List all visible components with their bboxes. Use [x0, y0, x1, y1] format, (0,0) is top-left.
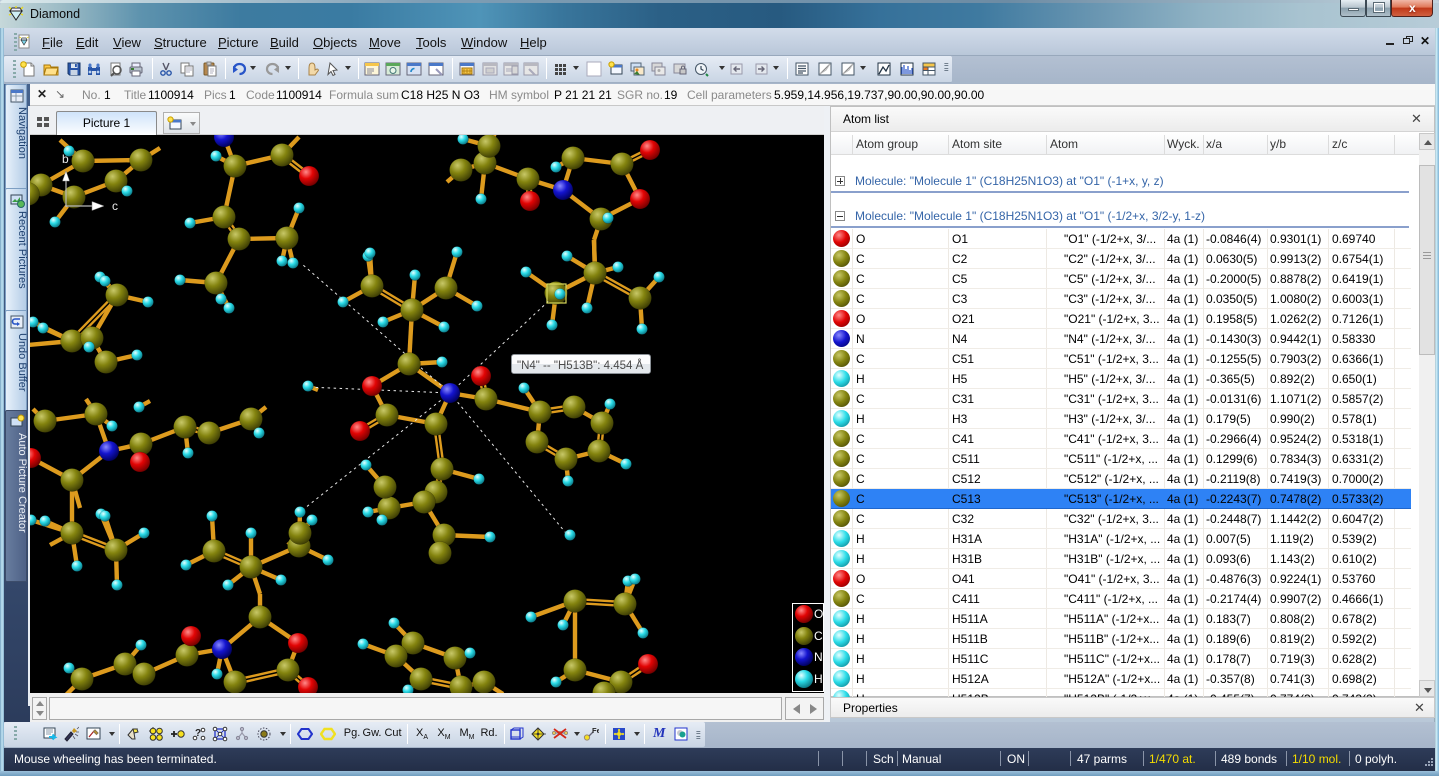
svg-text:N: N: [814, 650, 823, 664]
svg-text:c: c: [112, 199, 118, 213]
svg-text:H: H: [814, 672, 823, 686]
svg-text:Fe: Fe: [592, 726, 599, 735]
svg-text:C: C: [814, 629, 823, 643]
svg-text:b: b: [62, 152, 69, 166]
svg-text:O: O: [814, 607, 823, 621]
svg-text:"N4" -- "H513B": 4.454 Å: "N4" -- "H513B": 4.454 Å: [517, 359, 644, 372]
